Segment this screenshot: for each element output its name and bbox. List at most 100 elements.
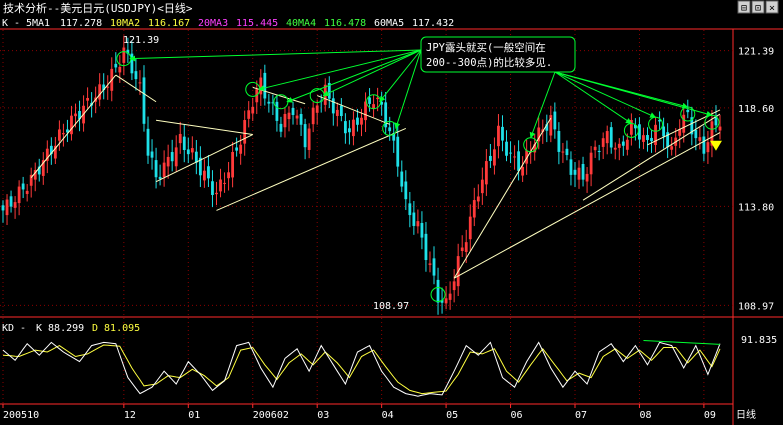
candle-body [235,147,239,151]
candle-body [444,298,448,304]
kd-k-value: K 88.299 [36,323,84,334]
ma2-value: 116.167 [148,18,190,29]
candle-body [464,242,468,252]
candle-body [331,98,335,114]
candle-body [650,137,653,142]
window-title: 技术分析--美元日元(USDJPY)<日线> [3,1,193,15]
candle-body [1,205,5,211]
candle-body [553,111,557,130]
candle-body [702,136,706,154]
candle-body [279,123,283,132]
candle-body [428,263,432,265]
candle-body [267,101,271,104]
kd-prefix: KD - [2,323,32,334]
candle-body [243,120,247,144]
candle-body [452,281,456,291]
candle-body [339,105,343,117]
candle-body [86,97,89,101]
minimize-icon: ⊟ [741,3,747,14]
candle-body [283,113,287,128]
candle-body [5,199,9,216]
candle-body [227,172,230,179]
window-control-maximize[interactable]: ⊡ [751,0,765,14]
candle-body [291,107,295,115]
candle-body [146,128,150,156]
candle-body [597,150,601,152]
candle-body [307,128,311,150]
candle-body [416,221,420,227]
candle-body [601,138,605,147]
candle-body [335,109,339,116]
candle-body [303,124,307,148]
maximize-icon: ⊡ [755,3,761,14]
candle-body [356,117,359,125]
candle-body [404,181,408,200]
candle-body [299,114,303,125]
x-tick-label: 05 [446,410,458,421]
candle-body [25,190,29,194]
candle-body [476,196,480,202]
candle-body [263,72,267,99]
candle-body [408,203,412,216]
candle-body [613,147,617,150]
candle-body [57,129,61,141]
candle-body [70,115,73,135]
close-icon: × [769,3,775,14]
candle-body [497,125,500,147]
ma3-name: 20MA3 [198,18,228,29]
candle-body [122,47,126,63]
candle-body [376,97,380,100]
candle-body [182,136,186,150]
candle-body [577,167,581,180]
candle-body [17,186,21,204]
x-tick-label: 日线 [736,408,756,421]
candle-body [295,115,299,119]
candle-body [468,216,472,240]
x-tick-label: 01 [188,410,200,421]
candle-body [662,126,666,137]
candle-body [694,129,698,139]
candle-body [170,152,174,162]
candle-body [573,169,577,175]
candle-body [223,182,226,184]
candle-body [138,82,142,84]
window-control-close[interactable]: × [765,0,779,14]
candle-body [174,147,178,167]
candle-body [484,161,488,185]
window-control-minimize[interactable]: ⊟ [737,0,751,14]
chart-window: 技术分析--美元日元(USDJPY)<日线> ⊟ ⊡ × K - 5MA1 11… [0,0,783,425]
main-prefix: K - [2,18,26,29]
candle-body [251,106,255,114]
candle-body [412,212,416,226]
candle-body [150,151,154,158]
ma5-value: 117.432 [412,18,454,29]
candle-body [62,133,65,135]
candle-body [420,223,424,238]
annotation-line-1: JPY露头就买(一般空间在 [426,41,546,54]
candle-body [287,112,291,120]
candle-body [400,171,404,187]
candle-body [472,200,476,218]
candle-body [215,192,218,195]
ma1-value: 117.278 [60,18,102,29]
candle-body [247,110,251,119]
candle-body [13,202,17,208]
candle-body [186,149,190,155]
candle-body [98,84,102,100]
y-tick-label: 118.60 [738,104,774,115]
candle-body [621,141,625,146]
x-tick-label: 200510 [3,410,39,421]
candle-body [239,144,243,154]
candle-body [118,66,122,73]
candle-body [211,181,214,195]
x-tick-label: 06 [511,410,523,421]
candle-body [396,136,400,167]
candle-body [21,183,25,190]
candle-body [166,156,170,167]
candle-body [521,166,525,176]
candle-body [642,135,645,142]
candle-body [207,166,210,179]
candle-body [203,170,206,181]
candle-body [162,162,166,178]
candle-body [565,148,569,156]
